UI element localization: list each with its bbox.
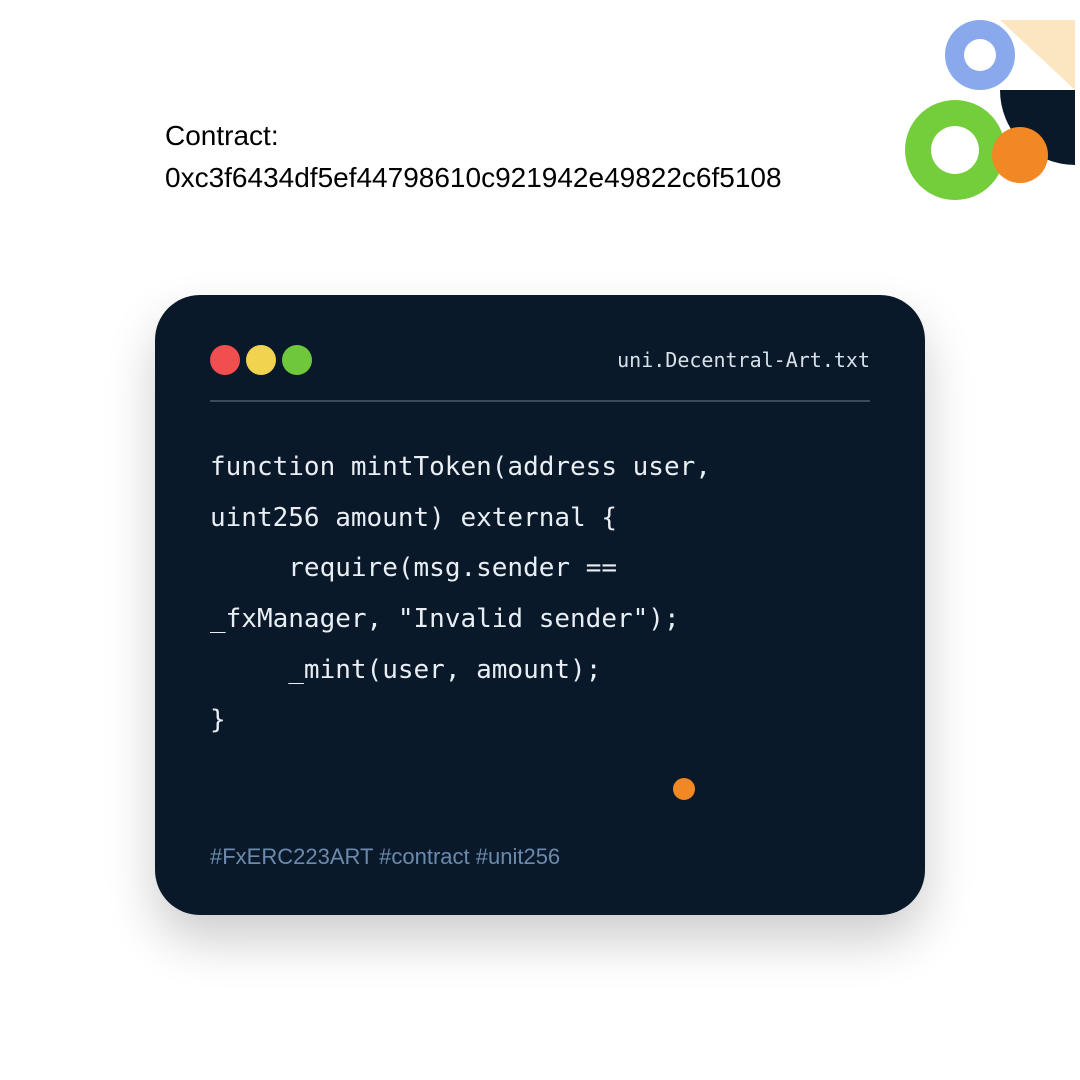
filename: uni.Decentral-Art.txt	[617, 348, 870, 372]
minimize-icon	[246, 345, 276, 375]
code-content: function mintToken(address user, uint256…	[210, 442, 870, 746]
decorative-logo	[880, 10, 1080, 210]
cursor-dot-icon	[673, 778, 695, 800]
hashtags: #FxERC223ART #contract #unit256	[210, 844, 560, 870]
close-icon	[210, 345, 240, 375]
contract-label: Contract:	[165, 120, 279, 151]
contract-address: 0xc3f6434df5ef44798610c921942e49822c6f51…	[165, 162, 782, 193]
traffic-lights	[210, 345, 312, 375]
contract-header: Contract: 0xc3f6434df5ef44798610c921942e…	[165, 115, 782, 199]
window-header: uni.Decentral-Art.txt	[210, 345, 870, 375]
divider	[210, 400, 870, 402]
maximize-icon	[282, 345, 312, 375]
code-window: uni.Decentral-Art.txt function mintToken…	[155, 295, 925, 915]
